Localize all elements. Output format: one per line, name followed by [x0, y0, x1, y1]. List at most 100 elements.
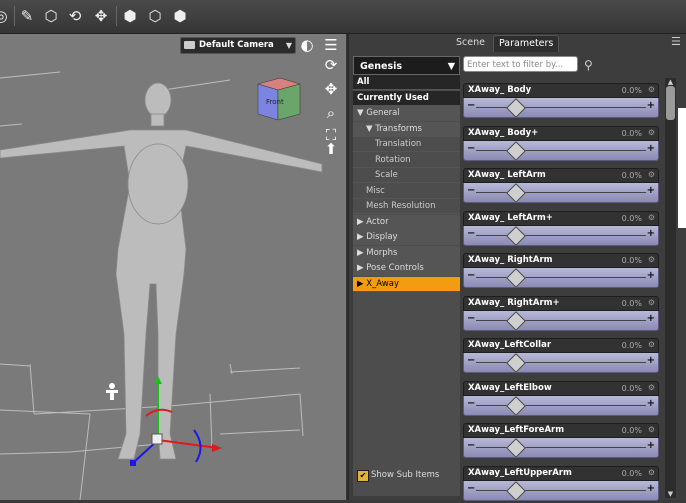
- slider-knob[interactable]: [506, 226, 526, 246]
- slider-track[interactable]: −+: [463, 226, 659, 246]
- parameter-value[interactable]: 0.0%: [622, 384, 642, 393]
- parameter-value[interactable]: 0.0%: [622, 299, 642, 308]
- geometry-editor-icon[interactable]: ⬡: [146, 7, 164, 25]
- parameter-value[interactable]: 0.0%: [622, 171, 642, 180]
- slider-knob[interactable]: [506, 396, 526, 416]
- tab-parameters[interactable]: Parameters: [493, 35, 559, 52]
- gear-icon[interactable]: ⚙: [648, 85, 655, 94]
- increment-icon[interactable]: +: [647, 229, 655, 239]
- parameter-value[interactable]: 0.0%: [622, 341, 642, 350]
- slider-knob[interactable]: [506, 141, 526, 161]
- parameter-slider[interactable]: XAway_ RightArm0.0%⚙−+: [463, 253, 659, 293]
- decrement-icon[interactable]: −: [467, 314, 475, 324]
- slider-track[interactable]: −+: [463, 183, 659, 203]
- tab-scene[interactable]: Scene: [451, 35, 490, 51]
- scroll-down-icon[interactable]: ▼: [666, 490, 675, 498]
- transform-gizmo[interactable]: [130, 376, 222, 466]
- filter-input[interactable]: Enter text to filter by...: [463, 56, 578, 72]
- slider-track[interactable]: −+: [463, 396, 659, 416]
- decrement-icon[interactable]: −: [467, 484, 475, 494]
- parameter-slider[interactable]: XAway_LeftUpperArm0.0%⚙−+: [463, 466, 659, 503]
- genesis-figure[interactable]: [0, 83, 322, 459]
- gear-icon[interactable]: ⚙: [648, 170, 655, 179]
- transform-tool-icon[interactable]: ✥: [92, 7, 110, 25]
- decrement-icon[interactable]: −: [467, 356, 475, 366]
- node-select-icon[interactable]: ⬡: [42, 7, 60, 25]
- increment-icon[interactable]: +: [647, 101, 655, 111]
- slider-track[interactable]: −+: [463, 98, 659, 118]
- tree-item[interactable]: ▶ Display: [353, 230, 460, 245]
- pane-menu-icon[interactable]: ☰: [671, 36, 685, 48]
- draw-style-icon[interactable]: ◐: [298, 36, 316, 54]
- tree-item[interactable]: Currently Used: [353, 91, 460, 106]
- parameter-slider[interactable]: XAway_ Body+0.0%⚙−+: [463, 126, 659, 166]
- gear-icon[interactable]: ⚙: [648, 128, 655, 137]
- tree-item[interactable]: ▶ X_Away: [353, 277, 460, 292]
- gear-icon[interactable]: ⚙: [648, 468, 655, 477]
- gear-icon[interactable]: ⚙: [648, 298, 655, 307]
- slider-knob[interactable]: [506, 183, 526, 203]
- parameter-value[interactable]: 0.0%: [622, 129, 642, 138]
- gear-icon[interactable]: ⚙: [648, 255, 655, 264]
- parameter-slider[interactable]: XAway_ Body0.0%⚙−+: [463, 83, 659, 123]
- 3d-viewport[interactable]: Front Default Camera ▼ ◐ ☰ ⟳ ✥ ⌕ ⛶ ⬆: [0, 34, 346, 500]
- tree-item[interactable]: All: [353, 75, 460, 90]
- tree-item[interactable]: ▼ General: [353, 106, 460, 121]
- decrement-icon[interactable]: −: [467, 229, 475, 239]
- increment-icon[interactable]: +: [647, 186, 655, 196]
- slider-knob[interactable]: [506, 481, 526, 501]
- decrement-icon[interactable]: −: [467, 186, 475, 196]
- select-brush-icon[interactable]: ✎: [18, 7, 36, 25]
- slider-knob[interactable]: [506, 438, 526, 458]
- increment-icon[interactable]: +: [647, 356, 655, 366]
- tree-item[interactable]: Misc: [353, 184, 460, 199]
- tree-item[interactable]: Scale: [353, 168, 460, 183]
- parameter-slider[interactable]: XAway_LeftCollar0.0%⚙−+: [463, 338, 659, 378]
- parameter-slider[interactable]: XAway_ LeftArm+0.0%⚙−+: [463, 211, 659, 251]
- parameter-slider[interactable]: XAway_ LeftArm0.0%⚙−+: [463, 168, 659, 208]
- parameter-scrollbar[interactable]: ▲ ▼: [665, 78, 676, 498]
- gear-icon[interactable]: ⚙: [648, 383, 655, 392]
- parameter-value[interactable]: 0.0%: [622, 214, 642, 223]
- increment-icon[interactable]: +: [647, 399, 655, 409]
- slider-track[interactable]: −+: [463, 481, 659, 501]
- decrement-icon[interactable]: −: [467, 144, 475, 154]
- parameter-slider[interactable]: XAway_LeftForeArm0.0%⚙−+: [463, 423, 659, 463]
- slider-track[interactable]: −+: [463, 438, 659, 458]
- viewport-menu-icon[interactable]: ☰: [322, 36, 340, 54]
- pan-icon[interactable]: ✥: [322, 80, 340, 98]
- decrement-icon[interactable]: −: [467, 101, 475, 111]
- slider-track[interactable]: −+: [463, 311, 659, 331]
- decrement-icon[interactable]: −: [467, 399, 475, 409]
- reset-view-icon[interactable]: ⬆: [322, 140, 340, 158]
- rotate-tool-icon[interactable]: ⟲: [66, 7, 84, 25]
- tree-item[interactable]: ▶ Morphs: [353, 246, 460, 261]
- tree-item[interactable]: ▶ Pose Controls: [353, 261, 460, 276]
- search-icon[interactable]: ⚲: [584, 58, 593, 72]
- parameter-slider[interactable]: XAway_LeftElbow0.0%⚙−+: [463, 381, 659, 421]
- parameter-slider[interactable]: XAway_ RightArm+0.0%⚙−+: [463, 296, 659, 336]
- parameter-value[interactable]: 0.0%: [622, 256, 642, 265]
- increment-icon[interactable]: +: [647, 484, 655, 494]
- gear-icon[interactable]: ⚙: [648, 340, 655, 349]
- parameter-value[interactable]: 0.0%: [622, 426, 642, 435]
- tree-item[interactable]: Mesh Resolution: [353, 199, 460, 214]
- slider-track[interactable]: −+: [463, 141, 659, 161]
- decrement-icon[interactable]: −: [467, 271, 475, 281]
- scroll-thumb[interactable]: [666, 86, 675, 120]
- increment-icon[interactable]: +: [647, 441, 655, 451]
- globe-icon[interactable]: ◎: [0, 7, 10, 25]
- camera-select[interactable]: Default Camera ▼: [180, 37, 296, 54]
- slider-track[interactable]: −+: [463, 268, 659, 288]
- decrement-icon[interactable]: −: [467, 441, 475, 451]
- figure-select[interactable]: Genesis ▼: [353, 56, 460, 75]
- scroll-up-icon[interactable]: ▲: [666, 78, 675, 86]
- orbit-icon[interactable]: ⟳: [322, 56, 340, 74]
- show-sub-items-checkbox[interactable]: ✔ Show Sub Items: [357, 468, 457, 483]
- slider-knob[interactable]: [506, 268, 526, 288]
- zoom-icon[interactable]: ⌕: [322, 104, 340, 122]
- tree-item[interactable]: Rotation: [353, 153, 460, 168]
- slider-track[interactable]: −+: [463, 353, 659, 373]
- tree-item[interactable]: ▼ Transforms: [353, 122, 460, 137]
- cube-select-icon[interactable]: ⬢: [171, 7, 189, 25]
